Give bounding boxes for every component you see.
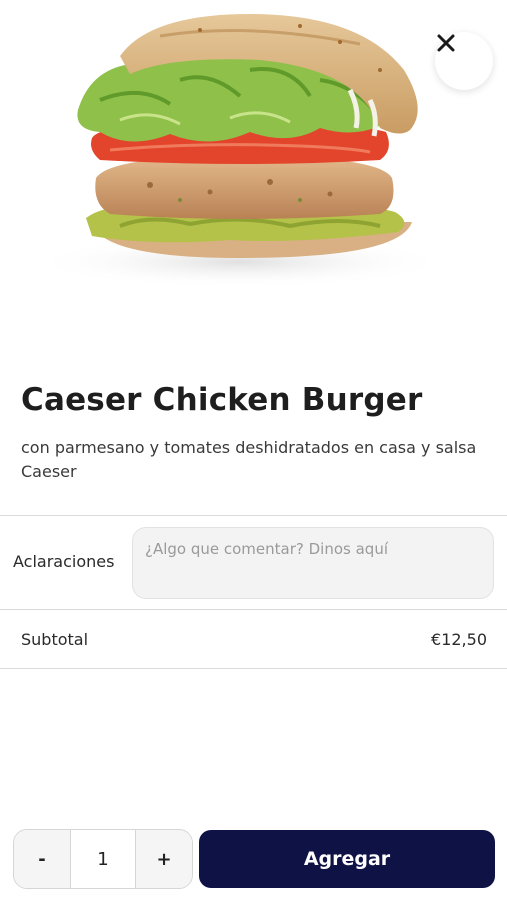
quantity-stepper: - 1 + [13, 829, 193, 889]
product-description: con parmesano y tomates deshidratados en… [21, 438, 477, 481]
product-detail-screen: Caeser Chicken Burger con parmesano y to… [0, 0, 507, 900]
decrement-button[interactable]: - [14, 830, 70, 888]
notes-label: Aclaraciones [13, 552, 115, 571]
divider [0, 609, 507, 610]
subtotal-label: Subtotal [21, 630, 89, 649]
close-icon [437, 34, 455, 52]
burger-illustration [30, 14, 450, 288]
divider [0, 515, 507, 516]
close-button[interactable] [435, 32, 493, 90]
product-title: Caeser Chicken Burger [21, 382, 423, 418]
subtotal-value: €12,50 [431, 630, 487, 649]
product-image [0, 0, 507, 300]
increment-button[interactable]: + [136, 830, 192, 888]
add-to-cart-button[interactable]: Agregar [199, 830, 495, 888]
quantity-value: 1 [70, 830, 136, 888]
divider [0, 668, 507, 669]
notes-input[interactable] [132, 527, 494, 599]
